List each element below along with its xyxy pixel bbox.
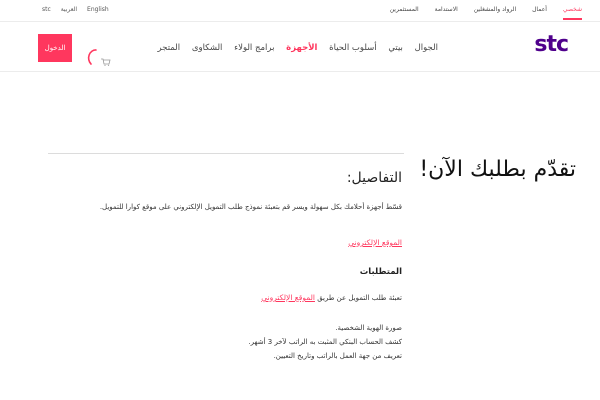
segment-personal[interactable]: شخصي bbox=[563, 6, 582, 13]
loading-icon bbox=[87, 49, 97, 65]
requirement-item: كشف الحساب البنكي المثبت به الراتب لآخر … bbox=[248, 338, 402, 346]
arabic-lang-link[interactable]: العربية bbox=[61, 6, 77, 13]
stc-logo[interactable]: stc bbox=[534, 32, 569, 57]
details-heading: التفاصيل: bbox=[346, 170, 402, 186]
nav-loyalty[interactable]: برامج الولاء bbox=[234, 43, 274, 53]
details-section: التفاصيل: قسّط أجهزة أحلامك بكل سهولة وي… bbox=[42, 170, 402, 363]
brand-link[interactable]: stc bbox=[42, 6, 51, 13]
details-description: قسّط أجهزة أحلامك بكل سهولة ويسر قم بتعب… bbox=[99, 203, 402, 211]
english-lang-link[interactable]: English bbox=[87, 6, 109, 13]
apply-line: تعبئة طلب التمويل عن طريق الموقع الإلكتر… bbox=[42, 293, 402, 303]
requirements-title: المتطلبات bbox=[359, 267, 402, 277]
nav-store[interactable]: المتجر bbox=[158, 43, 181, 53]
nav-complaints[interactable]: الشكاوى bbox=[192, 43, 223, 53]
segment-business[interactable]: أعمال bbox=[532, 6, 547, 13]
segment-investors[interactable]: المستثمرين bbox=[390, 6, 419, 13]
requirement-item: تعريف من جهة العمل بالراتب وتاريخ التعيي… bbox=[273, 352, 402, 360]
requirement-item: صورة الهوية الشخصية. bbox=[335, 324, 402, 332]
main-header: stc الجوال بيتي أسلوب الحياة الأجهزة برا… bbox=[0, 22, 600, 72]
nav-mobile[interactable]: الجوال bbox=[415, 43, 438, 53]
login-button[interactable]: الدخول bbox=[38, 34, 72, 62]
main-nav: الجوال بيتي أسلوب الحياة الأجهزة برامج ا… bbox=[149, 43, 438, 53]
nav-lifestyle[interactable]: أسلوب الحياة bbox=[329, 43, 376, 53]
page-title: تقدّم بطلبك الآن! bbox=[419, 157, 576, 182]
cart-icon[interactable] bbox=[101, 58, 111, 66]
top-utility-bar: stc العربية English شخصي أعمال الرواد وا… bbox=[0, 0, 600, 22]
segment-operators[interactable]: الرواد والمشغلين bbox=[474, 6, 516, 13]
section-divider bbox=[48, 153, 404, 154]
nav-home[interactable]: بيتي bbox=[388, 43, 403, 53]
segment-nav: شخصي أعمال الرواد والمشغلين الاستدامة ال… bbox=[376, 6, 582, 13]
apply-prefix: تعبئة طلب التمويل عن طريق bbox=[317, 294, 402, 302]
nav-devices[interactable]: الأجهزة bbox=[286, 43, 317, 53]
apply-website-link[interactable]: الموقع الإلكتروني bbox=[261, 293, 315, 302]
website-link[interactable]: الموقع الإلكتروني bbox=[348, 238, 402, 247]
segment-sustainability[interactable]: الاستدامة bbox=[435, 6, 458, 13]
language-switch: stc العربية English bbox=[42, 6, 117, 13]
